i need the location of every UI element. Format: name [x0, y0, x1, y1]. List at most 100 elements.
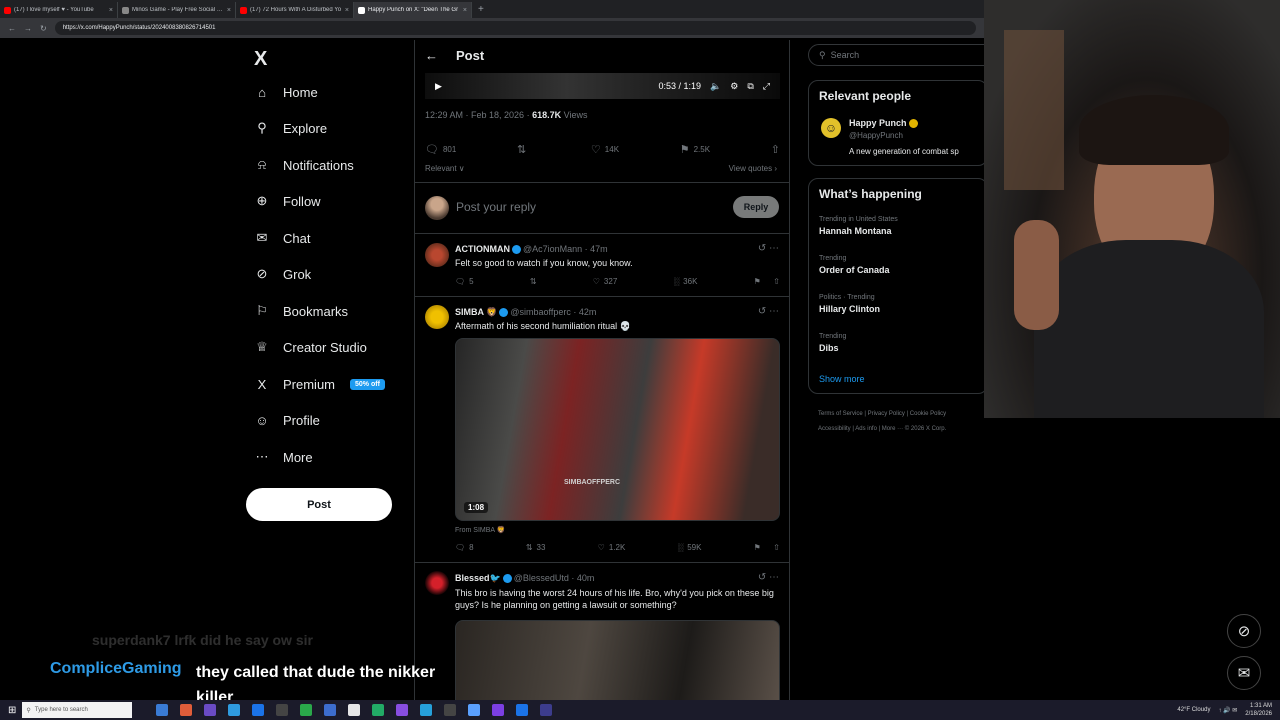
tray-icons[interactable]: ↑ 🔊 ✉: [1218, 707, 1237, 714]
tweet[interactable]: ACTIONMAN @Ac7ionMann · 47m ↺ ⋯ Felt so g…: [415, 235, 789, 297]
taskbar-app-icon[interactable]: [204, 704, 217, 716]
tweet-video[interactable]: [455, 620, 780, 700]
nav-item-more[interactable]: ⋯ More: [254, 449, 313, 465]
views-action[interactable]: ░ 59K: [678, 543, 702, 552]
verified-icon: [512, 245, 521, 255]
bookmark-share[interactable]: ⚑ ⇧: [754, 277, 780, 286]
reply-input[interactable]: Post your reply: [456, 200, 536, 214]
taskbar-app-icon[interactable]: [252, 704, 265, 716]
nav-item-chat[interactable]: ✉ Chat: [254, 230, 311, 246]
taskbar-app-icon[interactable]: [324, 704, 337, 716]
nav-item-home[interactable]: ⌂ Home: [254, 84, 318, 100]
share-action[interactable]: ⇧: [771, 143, 780, 156]
more-options-icon[interactable]: ↺ ⋯: [758, 243, 779, 254]
reply-action[interactable]: 🗨 801: [425, 143, 456, 156]
views-action[interactable]: ░ 36K: [674, 277, 698, 286]
forward-icon[interactable]: →: [24, 24, 32, 33]
browser-tab[interactable]: Happy Punch on X: "Deen The Gr ×: [354, 2, 472, 18]
nav-item-profile[interactable]: ☺ Profile: [254, 412, 320, 428]
play-icon[interactable]: ▶: [435, 81, 442, 92]
taskbar-app-icon[interactable]: [180, 704, 193, 716]
repost-action[interactable]: ⇅ 33: [526, 543, 546, 552]
taskbar-app-icon[interactable]: [468, 704, 481, 716]
nav-item-follow[interactable]: ⊕ Follow: [254, 193, 321, 209]
show-more-link[interactable]: Show more: [819, 374, 865, 384]
taskbar-app-icon[interactable]: [372, 704, 385, 716]
taskbar-app-icon[interactable]: [492, 704, 505, 716]
url-field[interactable]: https://x.com/HappyPunch/status/20240083…: [54, 21, 976, 35]
trend-item[interactable]: Politics · Trending Hillary Clinton: [819, 294, 880, 314]
taskbar-app-icon[interactable]: [300, 704, 313, 716]
clock-time[interactable]: 1:31 AM: [1245, 702, 1272, 710]
grok-floating-button[interactable]: ⊘: [1227, 614, 1261, 648]
search-input[interactable]: ⚲ Search: [808, 44, 998, 66]
nav-item-premium[interactable]: X Premium 50% off: [254, 376, 385, 392]
browser-tab[interactable]: (17) 72 Hours With A Disturbed Yo ×: [236, 2, 354, 18]
taskbar-app-icon[interactable]: [348, 704, 361, 716]
taskbar-app-icon[interactable]: [540, 704, 553, 716]
nav-item-grok[interactable]: ⊘ Grok: [254, 266, 312, 282]
close-tab-icon[interactable]: ×: [345, 7, 349, 14]
volume-icon[interactable]: 🔈: [710, 81, 721, 92]
weather[interactable]: 42°F Cloudy: [1177, 707, 1210, 713]
nav-item-creator-studio[interactable]: ♕ Creator Studio: [254, 339, 367, 355]
close-tab-icon[interactable]: ×: [463, 7, 467, 14]
post-button[interactable]: Post: [246, 488, 392, 521]
tweet-author[interactable]: Blessed🐦 @BlessedUtd · 40m: [455, 573, 594, 584]
tweet-video[interactable]: SIMBAOFFPERC 1:08: [455, 338, 780, 521]
like-action[interactable]: ♡ 327: [593, 277, 618, 286]
trend-item[interactable]: Trending Order of Canada: [819, 255, 890, 275]
taskbar-search[interactable]: ⚲ Type here to search: [22, 702, 133, 718]
more-options-icon[interactable]: ↺ ⋯: [758, 306, 779, 317]
tweet[interactable]: SIMBA 🦁 @simbaoffperc · 42m ↺ ⋯ Aftermath…: [415, 298, 789, 563]
tweet-source[interactable]: From SIMBA 🦁: [455, 525, 780, 537]
x-logo-icon[interactable]: X: [254, 48, 267, 71]
reply-action[interactable]: 🗨 8: [455, 543, 474, 552]
repost-action[interactable]: ⇅: [530, 277, 537, 286]
taskbar-app-icon[interactable]: [420, 704, 433, 716]
trend-item[interactable]: Trending Dibs: [819, 333, 846, 353]
reply-button[interactable]: Reply: [733, 196, 779, 218]
nav-item-bookmarks[interactable]: ⚐ Bookmarks: [254, 303, 348, 319]
view-quotes-link[interactable]: View quotes ›: [729, 164, 777, 173]
nav-item-notifications[interactable]: ⍾ Notifications: [254, 157, 354, 173]
footer-links[interactable]: Accessibility | Ads info | More ··· © 20…: [818, 422, 998, 437]
fullscreen-icon[interactable]: ⤢: [763, 81, 770, 92]
like-action[interactable]: ♡ 1.2K: [598, 543, 626, 552]
more-options-icon[interactable]: ↺ ⋯: [758, 572, 779, 583]
browser-tab[interactable]: (17) I love myself ♥ - YouTube ×: [0, 2, 118, 18]
taskbar-app-icon[interactable]: [444, 704, 457, 716]
footer-links[interactable]: Terms of Service | Privacy Policy | Cook…: [818, 407, 998, 422]
tweet-author[interactable]: ACTIONMAN @Ac7ionMann · 47m: [455, 244, 608, 255]
windows-start-icon[interactable]: ⊞: [8, 705, 16, 716]
back-icon[interactable]: ←: [8, 24, 16, 33]
taskbar-app-icon[interactable]: [156, 704, 169, 716]
reply-composer: Post your reply Reply: [415, 182, 789, 234]
messages-floating-button[interactable]: ✉: [1227, 656, 1261, 690]
bookmark-share[interactable]: ⚑ ⇧: [754, 543, 780, 552]
repost-action[interactable]: ⇅: [517, 143, 530, 156]
tweet-author[interactable]: SIMBA 🦁 @simbaoffperc · 42m: [455, 307, 596, 318]
taskbar-app-icon[interactable]: [516, 704, 529, 716]
close-tab-icon[interactable]: ×: [227, 7, 231, 14]
sort-relevant-dropdown[interactable]: Relevant ∨: [425, 164, 465, 173]
taskbar-app-icon[interactable]: [276, 704, 289, 716]
avatar[interactable]: ☺: [821, 118, 841, 138]
new-tab-icon[interactable]: +: [472, 2, 490, 18]
trend-item[interactable]: Trending in United States Hannah Montana: [819, 216, 898, 236]
like-action[interactable]: ♡ 14K: [591, 143, 619, 156]
clock-date[interactable]: 2/18/2026: [1245, 710, 1272, 718]
close-tab-icon[interactable]: ×: [109, 7, 113, 14]
bookmark-action[interactable]: ⚑ 2.5K: [680, 143, 710, 156]
back-arrow-icon[interactable]: ←: [425, 48, 438, 63]
person-name[interactable]: Happy Punch: [849, 118, 920, 129]
reload-icon[interactable]: ↻: [40, 24, 47, 33]
settings-icon[interactable]: ⚙: [730, 81, 738, 92]
browser-tab[interactable]: Minos Game - Play Free Social Ca ×: [118, 2, 236, 18]
picture-in-picture-icon[interactable]: ⧉: [747, 81, 753, 92]
taskbar-app-icon[interactable]: [228, 704, 241, 716]
nav-item-explore[interactable]: ⚲ Explore: [254, 120, 327, 136]
taskbar-app-icon[interactable]: [396, 704, 409, 716]
reply-action[interactable]: 🗨 5: [455, 277, 474, 286]
tweet[interactable]: Blessed🐦 @BlessedUtd · 40m ↺ ⋯ This bro i…: [415, 564, 789, 700]
